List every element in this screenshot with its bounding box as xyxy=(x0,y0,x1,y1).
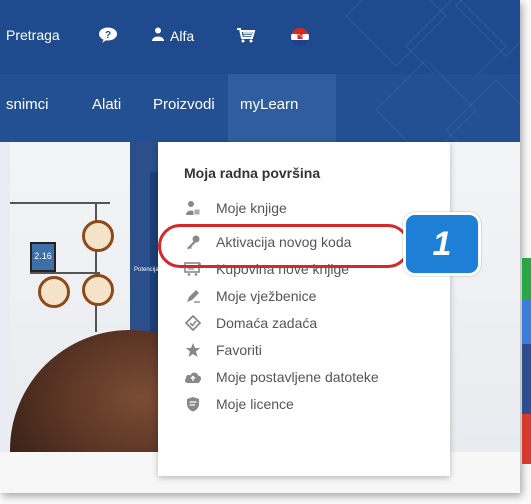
license-shield-icon xyxy=(184,395,202,413)
cloud-upload-icon xyxy=(184,368,202,386)
svg-text:?: ? xyxy=(105,30,111,41)
fan-component xyxy=(38,276,70,308)
language-button[interactable] xyxy=(290,27,310,50)
dropdown-title: Moja radna površina xyxy=(184,165,321,181)
highlight-circle xyxy=(158,224,410,268)
user-icon xyxy=(152,27,164,44)
step-badge: 1 xyxy=(403,212,481,276)
user-menu[interactable]: Alfa xyxy=(152,27,194,44)
browser-panel: Pretraga ? Alfa snimci Alati Proizvodi m… xyxy=(0,0,520,493)
menu-item-postavljene-datoteke[interactable]: Moje postavljene datoteke xyxy=(184,364,379,390)
voltmeter: 2.16 xyxy=(30,242,56,272)
menu-item-label: Moje knjige xyxy=(216,200,287,216)
mylearn-dropdown xyxy=(158,142,450,476)
meter-reading: 2.16 xyxy=(34,251,52,261)
sim-slider-label: Potencijal xyxy=(134,267,161,273)
book-reader-icon xyxy=(184,199,202,217)
side-accent-green xyxy=(522,258,531,300)
top-bar xyxy=(0,0,520,97)
menu-item-moje-vjezbenice[interactable]: Moje vježbenice xyxy=(184,283,316,309)
circuit-wire xyxy=(30,272,100,274)
search-label: Pretraga xyxy=(6,27,60,43)
menu-item-label: Moje licence xyxy=(216,396,294,412)
menu-item-moje-knjige[interactable]: Moje knjige xyxy=(184,195,287,221)
side-accent-red xyxy=(522,414,531,464)
side-accent-blue xyxy=(522,300,531,344)
nav-item-alati[interactable]: Alati xyxy=(92,96,121,113)
cart-icon xyxy=(236,27,256,46)
fan-component xyxy=(82,274,114,306)
cart-button[interactable] xyxy=(236,27,256,46)
fan-component xyxy=(82,220,114,252)
user-label: Alfa xyxy=(170,27,195,44)
help-bubble-icon: ? xyxy=(98,27,118,46)
star-icon xyxy=(184,341,202,359)
side-accent-navy xyxy=(522,344,531,414)
menu-item-favoriti[interactable]: Favoriti xyxy=(184,337,262,363)
help-button[interactable]: ? xyxy=(98,27,118,46)
menu-item-label: Moje postavljene datoteke xyxy=(216,369,379,385)
menu-item-label: Favoriti xyxy=(216,342,262,358)
nav-item-proizvodi[interactable]: Proizvodi xyxy=(153,96,215,113)
menu-item-domaca-zadaca[interactable]: Domaća zadaća xyxy=(184,310,317,336)
menu-item-label: Moje vježbenice xyxy=(216,288,317,304)
menu-item-label: Domaća zadaća xyxy=(216,315,318,331)
nav-item-mylearn[interactable]: myLearn xyxy=(240,96,298,113)
nav-item-snimci[interactable]: snimci xyxy=(6,96,49,113)
menu-item-moje-licence[interactable]: Moje licence xyxy=(184,391,294,417)
workbook-icon xyxy=(184,287,202,305)
croatia-flag-icon xyxy=(290,27,310,50)
homework-icon xyxy=(184,314,202,332)
search-link[interactable]: Pretraga xyxy=(6,27,60,43)
